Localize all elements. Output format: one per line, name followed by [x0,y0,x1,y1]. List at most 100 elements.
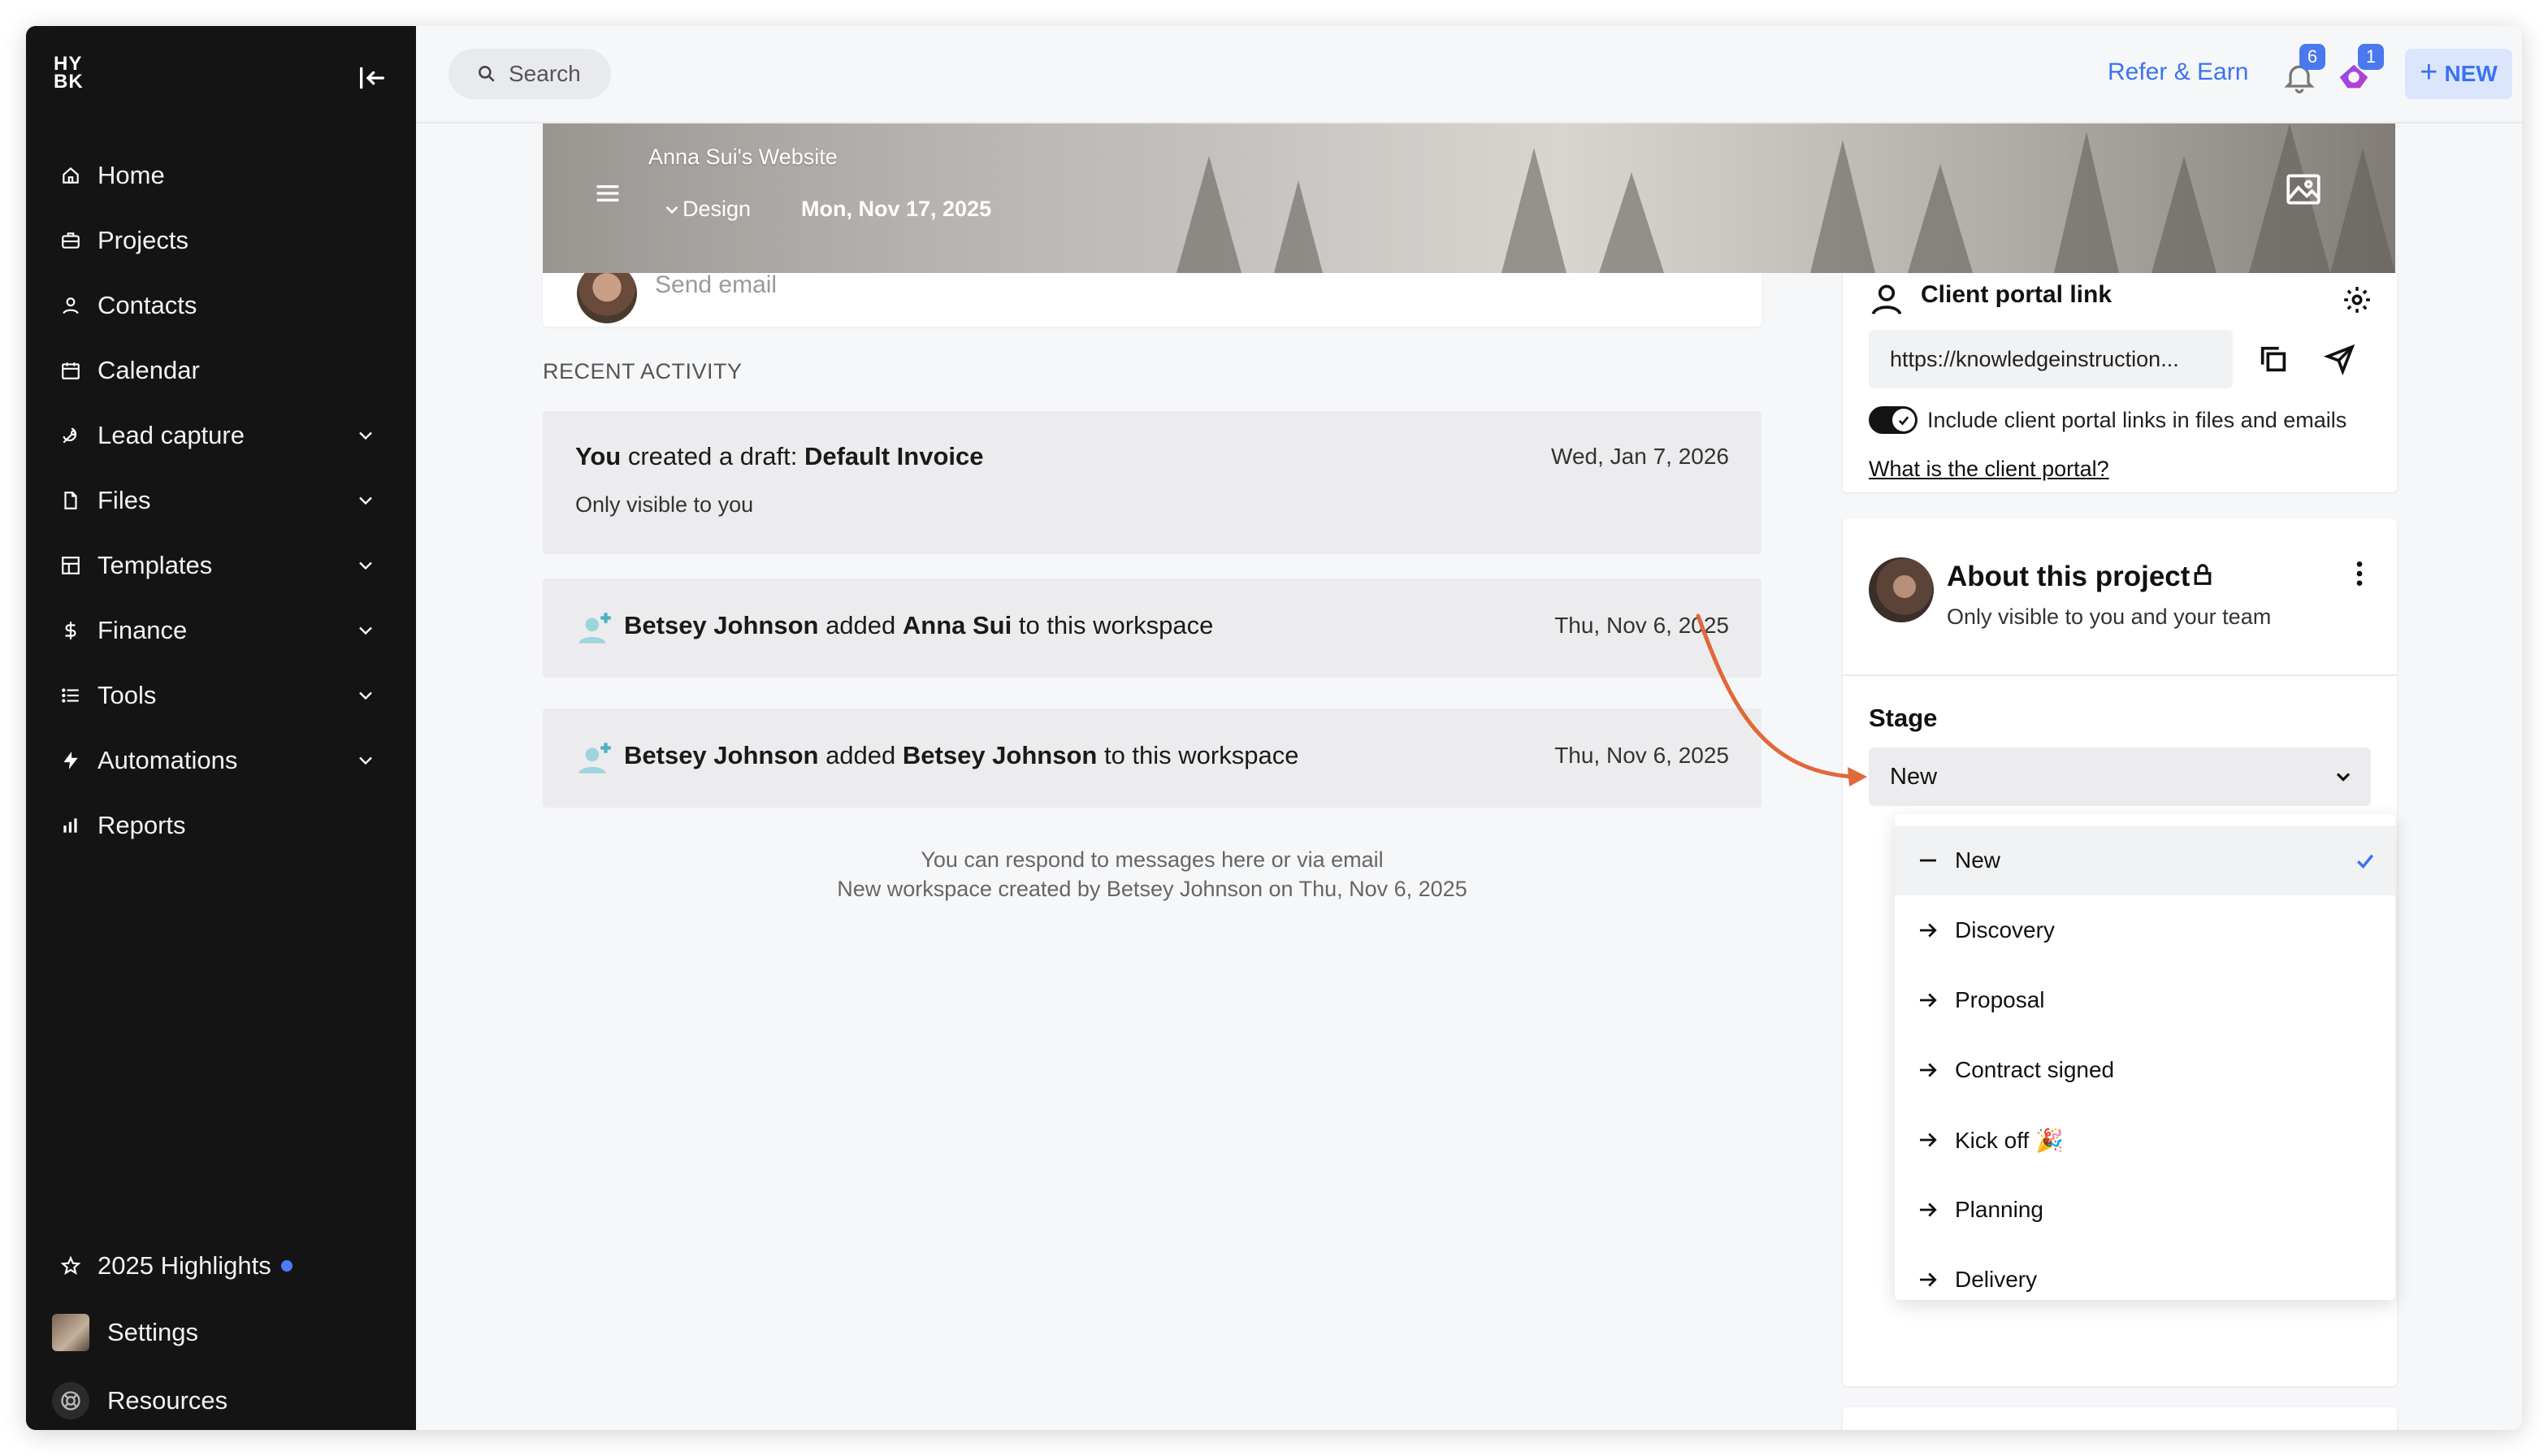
new-button[interactable]: + NEW [2405,49,2512,99]
user-icon [58,293,83,318]
client-portal-card: Client portal link https://knowledgeinst… [1843,273,2397,492]
templates-icon [58,553,83,578]
sidebar-item-highlights[interactable]: 2025 Highlights [26,1240,416,1292]
gear-icon[interactable] [2342,284,2374,317]
sidebar-item-label: Lead capture [98,421,245,449]
lifebuoy-icon [52,1382,89,1419]
checkmark-icon [1892,409,1915,431]
stage-selected-value: New [1890,764,1938,790]
activity-text: Betsey Johnson added Anna Sui to this wo… [624,611,1214,639]
star-icon [58,1254,83,1278]
sidebar-item-label: Files [98,486,151,514]
sidebar-item-resources[interactable]: Resources [26,1375,416,1427]
chevron-down-icon[interactable] [354,424,377,447]
notifications-bell-icon[interactable]: 6 [2282,44,2325,94]
include-portal-links-toggle[interactable] [1869,406,1918,434]
stage-option-new[interactable]: New [1895,826,2395,895]
stage-option-label: Proposal [1955,987,2045,1012]
send-email-card[interactable]: Send email [543,263,1762,327]
copy-icon[interactable] [2254,340,2293,379]
send-email-placeholder[interactable]: Send email [655,271,777,299]
stage-option-discovery[interactable]: Discovery [1895,895,2395,965]
arrow-right-icon [1916,1198,1940,1222]
stage-select[interactable]: New [1869,748,2371,806]
sidebar-item-label: Reports [98,811,186,839]
file-icon [58,488,83,513]
chevron-down-icon[interactable] [354,489,377,512]
sidebar-item-home[interactable]: Home [26,150,416,202]
top-bar: Search Refer & Earn 6 1 + NEW [416,26,2522,124]
stage-option-label: Discovery [1955,917,2055,942]
about-project-title: About this project [1947,561,2190,592]
chevron-down-icon[interactable] [354,554,377,577]
activity-item[interactable]: Betsey Johnson added Betsey Johnson to t… [543,708,1762,808]
sidebar-item-label: Calendar [98,356,200,384]
collapse-sidebar-icon[interactable] [356,62,388,94]
messages-icon[interactable]: 1 [2335,44,2384,98]
avatar [1869,557,1934,622]
sidebar-item-label: Home [98,161,165,189]
calendar-icon [58,358,83,383]
sidebar-item-projects[interactable]: Projects [26,214,416,266]
hybk-logo[interactable]: HY BK [54,54,96,92]
stage-option-kick-off[interactable]: Kick off 🎉 [1895,1105,2395,1175]
stage-option-proposal[interactable]: Proposal [1895,965,2395,1035]
stage-option-contract-signed[interactable]: Contract signed [1895,1035,2395,1105]
user-added-icon [575,608,616,648]
dollar-icon [58,618,83,643]
dash-icon [1916,848,1940,873]
new-indicator-dot [280,1260,292,1272]
change-cover-image-icon[interactable] [2283,169,2327,213]
activity-date: Thu, Nov 6, 2025 [1554,743,1729,768]
chevron-down-icon[interactable] [354,684,377,707]
sidebar-item-lead-capture[interactable]: Lead capture [26,410,416,462]
arrow-right-icon [1916,1128,1940,1152]
stage-option-planning[interactable]: Planning [1895,1175,2395,1245]
what-is-client-portal-link[interactable]: What is the client portal? [1869,457,2109,482]
divider [1843,674,2397,676]
chevron-down-icon[interactable] [354,749,377,772]
sidebar-item-automations[interactable]: Automations [26,734,416,786]
sidebar-item-settings[interactable]: Settings [26,1306,416,1358]
search-input[interactable]: Search [448,49,611,99]
activity-date: Thu, Nov 6, 2025 [1554,613,1729,638]
sidebar-item-calendar[interactable]: Calendar [26,344,416,396]
client-portal-url-field[interactable]: https://knowledgeinstruction... [1869,330,2233,388]
sidebar: HY BK Home Projects Contacts Calendar Le… [26,26,416,1430]
sidebar-item-reports[interactable]: Reports [26,800,416,852]
stage-option-delivery[interactable]: Delivery [1895,1245,2395,1300]
sidebar-item-tools[interactable]: Tools [26,670,416,722]
activity-visibility: Only visible to you [575,492,754,517]
sidebar-item-label: Resources [107,1386,228,1415]
send-icon[interactable] [2320,340,2360,379]
arrow-right-icon [1916,1058,1940,1082]
project-title[interactable]: Anna Sui's Website [648,145,838,170]
sidebar-item-label: Finance [98,616,188,644]
refer-and-earn-link[interactable]: Refer & Earn [2108,58,2248,86]
stage-dropdown-menu: New Discovery Proposal Contract signed K… [1895,814,2395,1300]
hamburger-menu-icon[interactable] [592,177,624,210]
sidebar-item-contacts[interactable]: Contacts [26,280,416,332]
sidebar-item-templates[interactable]: Templates [26,540,416,592]
sidebar-item-label: Tools [98,681,157,709]
project-type-dropdown[interactable]: Design [661,197,751,222]
sidebar-item-files[interactable]: Files [26,474,416,526]
chevron-down-icon[interactable] [354,619,377,642]
about-project-visibility: Only visible to you and your team [1947,604,2272,629]
client-portal-title: Client portal link [1921,281,2112,308]
activity-item[interactable]: Betsey Johnson added Anna Sui to this wo… [543,578,1762,678]
list-icon [58,683,83,708]
app-window: HY BK Home Projects Contacts Calendar Le… [26,26,2522,1430]
arrow-right-icon [1916,988,1940,1012]
sidebar-item-label: 2025 Highlights [98,1251,271,1280]
sidebar-item-finance[interactable]: Finance [26,604,416,656]
arrow-right-icon [1916,918,1940,942]
activity-item[interactable]: You created a draft: Default Invoice Wed… [543,411,1762,554]
project-date[interactable]: Mon, Nov 17, 2025 [801,197,991,222]
stage-option-label: Kick off 🎉 [1955,1127,2064,1153]
more-options-icon[interactable] [2343,557,2376,590]
activity-text: Betsey Johnson added Betsey Johnson to t… [624,741,1299,769]
workspace-created-note: New workspace created by Betsey Johnson … [837,877,1467,901]
arrow-right-icon [1916,1268,1940,1292]
search-icon [476,63,497,84]
